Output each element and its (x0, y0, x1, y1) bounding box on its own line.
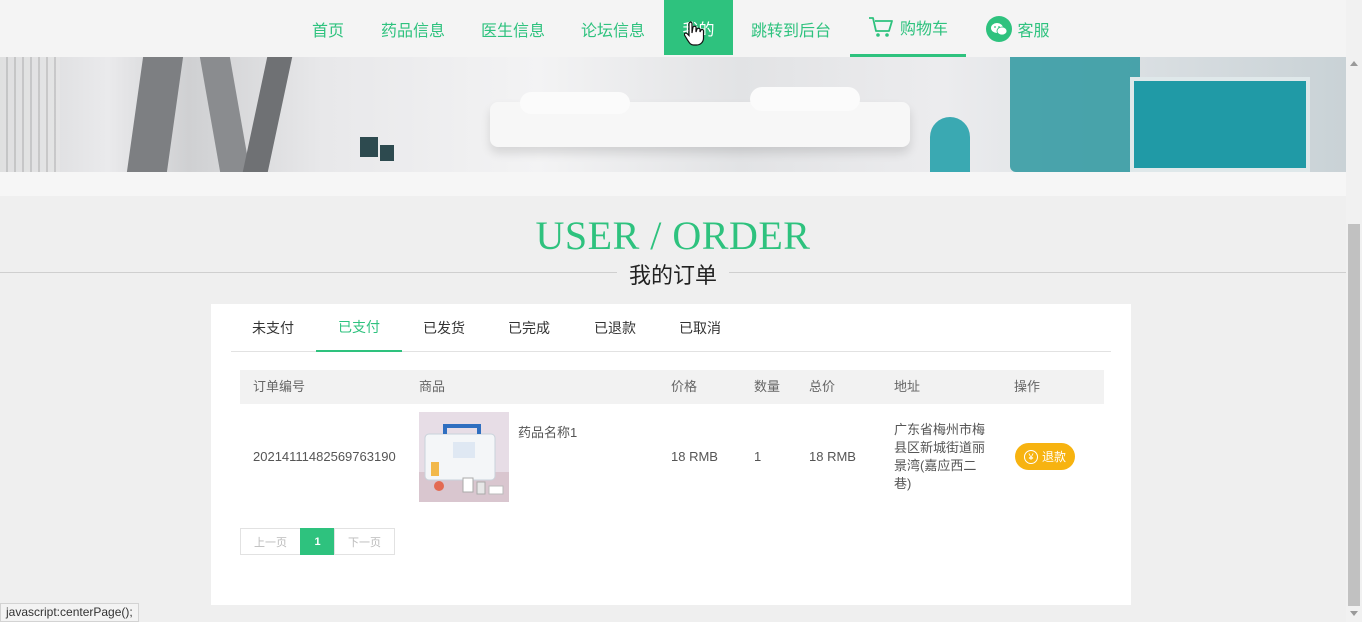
order-panel: 未支付 已支付 已发货 已完成 已退款 已取消 订单编号 商品 价格 数量 总价… (211, 304, 1131, 605)
scroll-up-icon[interactable] (1350, 61, 1358, 66)
nav-label: 购物车 (899, 21, 948, 38)
nav-label: 客服 (1017, 22, 1050, 40)
col-total: 总价 (809, 379, 836, 394)
product-image[interactable] (419, 412, 509, 502)
address: 广东省梅州市梅县区新城街道丽景湾(嘉应西二巷) (894, 422, 986, 491)
pagination: 上一页 1 下一页 (240, 528, 395, 555)
price: 18 RMB (671, 449, 718, 464)
page-number-button[interactable]: 1 (300, 528, 335, 555)
col-address: 地址 (894, 379, 921, 394)
wechat-icon (986, 15, 1013, 42)
nav-item-service[interactable]: 客服 (980, 0, 1056, 57)
banner-spacer (0, 172, 1346, 196)
scroll-down-icon[interactable] (1350, 611, 1358, 616)
table-header: 订单编号 商品 价格 数量 总价 地址 操作 (240, 370, 1104, 404)
scrollbar[interactable] (1346, 0, 1362, 622)
tab-completed[interactable]: 已完成 (499, 304, 559, 352)
product-name[interactable]: 药品名称1 (518, 422, 577, 441)
top-nav: 首页 药品信息 医生信息 论坛信息 我的 跳转到后台 购物车 客服 (0, 0, 1346, 57)
nav-item-forum[interactable]: 论坛信息 (572, 0, 654, 57)
refund-label: 退款 (1041, 450, 1066, 464)
nav-label: 首页 (311, 22, 344, 40)
tab-shipped[interactable]: 已发货 (414, 304, 474, 352)
col-product: 商品 (419, 379, 446, 394)
status-bar: javascript:centerPage(); (0, 603, 139, 622)
nav-item-doctor[interactable]: 医生信息 (472, 0, 554, 57)
cart-icon (868, 17, 893, 37)
quantity: 1 (754, 449, 762, 464)
col-price: 价格 (671, 379, 698, 394)
tab-cancelled[interactable]: 已取消 (670, 304, 730, 352)
nav-item-admin[interactable]: 跳转到后台 (742, 0, 840, 57)
tab-paid[interactable]: 已支付 (316, 304, 402, 352)
prev-page-button[interactable]: 上一页 (240, 528, 301, 555)
nav-item-home[interactable]: 首页 (300, 0, 356, 57)
total-price: 18 RMB (809, 449, 856, 464)
nav-item-cart[interactable]: 购物车 (850, 0, 966, 57)
hand-cursor-icon (684, 21, 705, 46)
hero-banner (0, 57, 1346, 172)
section-title-cn: 我的订单 (616, 258, 729, 290)
section-title-en: USER / ORDER (535, 213, 811, 258)
col-order-no: 订单编号 (253, 379, 306, 394)
refund-button[interactable]: ¥ 退款 (1015, 443, 1075, 470)
scrollbar-thumb[interactable] (1348, 224, 1360, 606)
col-action: 操作 (1014, 379, 1041, 394)
yen-icon: ¥ (1023, 449, 1038, 464)
nav-label: 药品信息 (380, 22, 445, 40)
order-status-tabs: 未支付 已支付 已发货 已完成 已退款 已取消 (231, 304, 1111, 352)
next-page-button[interactable]: 下一页 (334, 528, 395, 555)
nav-item-medicine[interactable]: 药品信息 (372, 0, 454, 57)
nav-label: 论坛信息 (580, 22, 645, 40)
tab-refunded[interactable]: 已退款 (585, 304, 645, 352)
nav-label: 医生信息 (480, 22, 545, 40)
order-number: 20214111482569763190 (253, 449, 396, 464)
tab-unpaid[interactable]: 未支付 (241, 304, 305, 352)
nav-label: 跳转到后台 (750, 22, 831, 40)
col-qty: 数量 (754, 379, 781, 394)
